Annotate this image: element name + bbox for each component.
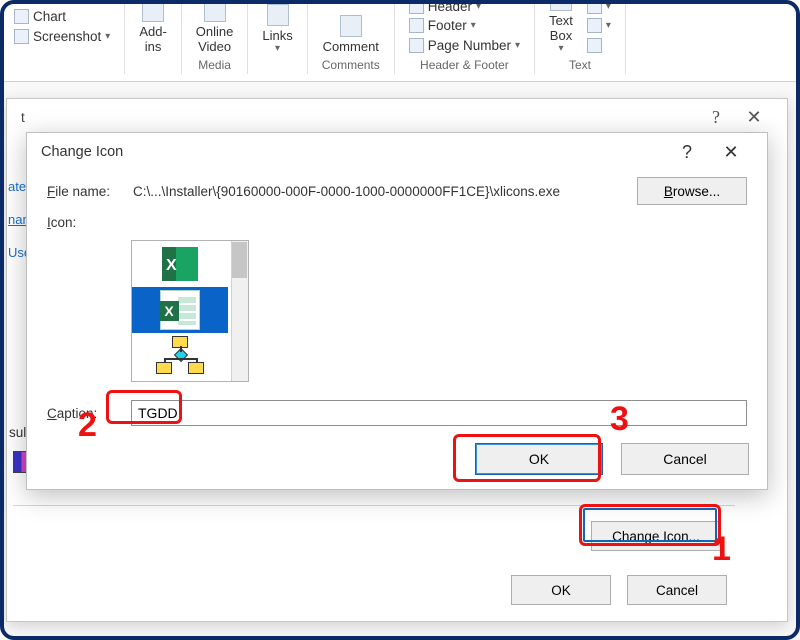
- caption-input[interactable]: TGDD: [131, 400, 747, 426]
- ribbon-text-box[interactable]: Text Box▾: [549, 0, 573, 54]
- icon-option-excel-classic[interactable]: X: [132, 241, 228, 287]
- parent-ok-button[interactable]: OK: [511, 575, 611, 605]
- file-name-value: C:\...\Installer\{90160000-000F-0000-100…: [131, 184, 623, 199]
- ribbon-group-comments: Comments: [322, 58, 380, 72]
- ribbon-group-text: Text: [569, 58, 591, 72]
- dialog-close-icon[interactable]: ✕: [709, 142, 753, 163]
- ribbon-addins[interactable]: Add- ins: [139, 0, 166, 54]
- ribbon-comment[interactable]: Comment: [323, 15, 379, 54]
- browse-button[interactable]: Browse...: [637, 177, 747, 205]
- ribbon-group-headerfooter: Header & Footer: [420, 58, 509, 72]
- parent-separator: [13, 505, 735, 506]
- ribbon-links[interactable]: Links▾: [262, 4, 292, 54]
- icon-option-flowchart[interactable]: [132, 333, 228, 379]
- ribbon-text-small-1[interactable]: ▾: [587, 0, 611, 15]
- icon-label: Icon:: [47, 215, 117, 230]
- ribbon-header[interactable]: Header▾: [409, 0, 520, 15]
- ribbon-group-media: Media: [198, 58, 231, 72]
- ribbon: Chart Screenshot▾ Add- ins Online Video …: [0, 0, 800, 82]
- icon-list-scrollbar[interactable]: [231, 241, 248, 381]
- parent-dialog-title: t: [21, 110, 25, 125]
- ribbon-online-video[interactable]: Online Video: [196, 0, 234, 54]
- ribbon-chart[interactable]: Chart: [14, 7, 110, 25]
- parent-close-icon[interactable]: ✕: [735, 107, 773, 128]
- file-name-label: File name:: [47, 184, 117, 199]
- cancel-button[interactable]: Cancel: [621, 443, 749, 475]
- caption-input-value: TGDD: [138, 405, 178, 421]
- ribbon-text-small-3[interactable]: [587, 37, 611, 54]
- dialog-help-icon[interactable]: ?: [665, 142, 709, 163]
- change-icon-button[interactable]: Change Icon...: [591, 521, 721, 551]
- ribbon-screenshot[interactable]: Screenshot▾: [14, 27, 110, 45]
- icon-option-excel-file[interactable]: X: [132, 287, 228, 333]
- ribbon-footer[interactable]: Footer▾: [409, 17, 520, 34]
- ok-button[interactable]: OK: [475, 443, 603, 475]
- ribbon-text-small-2[interactable]: ▾: [587, 17, 611, 34]
- parent-cancel-button[interactable]: Cancel: [627, 575, 727, 605]
- ribbon-page-number[interactable]: Page Number▾: [409, 37, 520, 54]
- caption-label: Caption:: [47, 406, 117, 421]
- dialog-title: Change Icon: [41, 144, 123, 160]
- parent-help-icon[interactable]: ?: [697, 107, 735, 128]
- change-icon-dialog: Change Icon ? ✕ File name: C:\...\Instal…: [26, 132, 768, 490]
- icon-list[interactable]: X X: [131, 240, 249, 382]
